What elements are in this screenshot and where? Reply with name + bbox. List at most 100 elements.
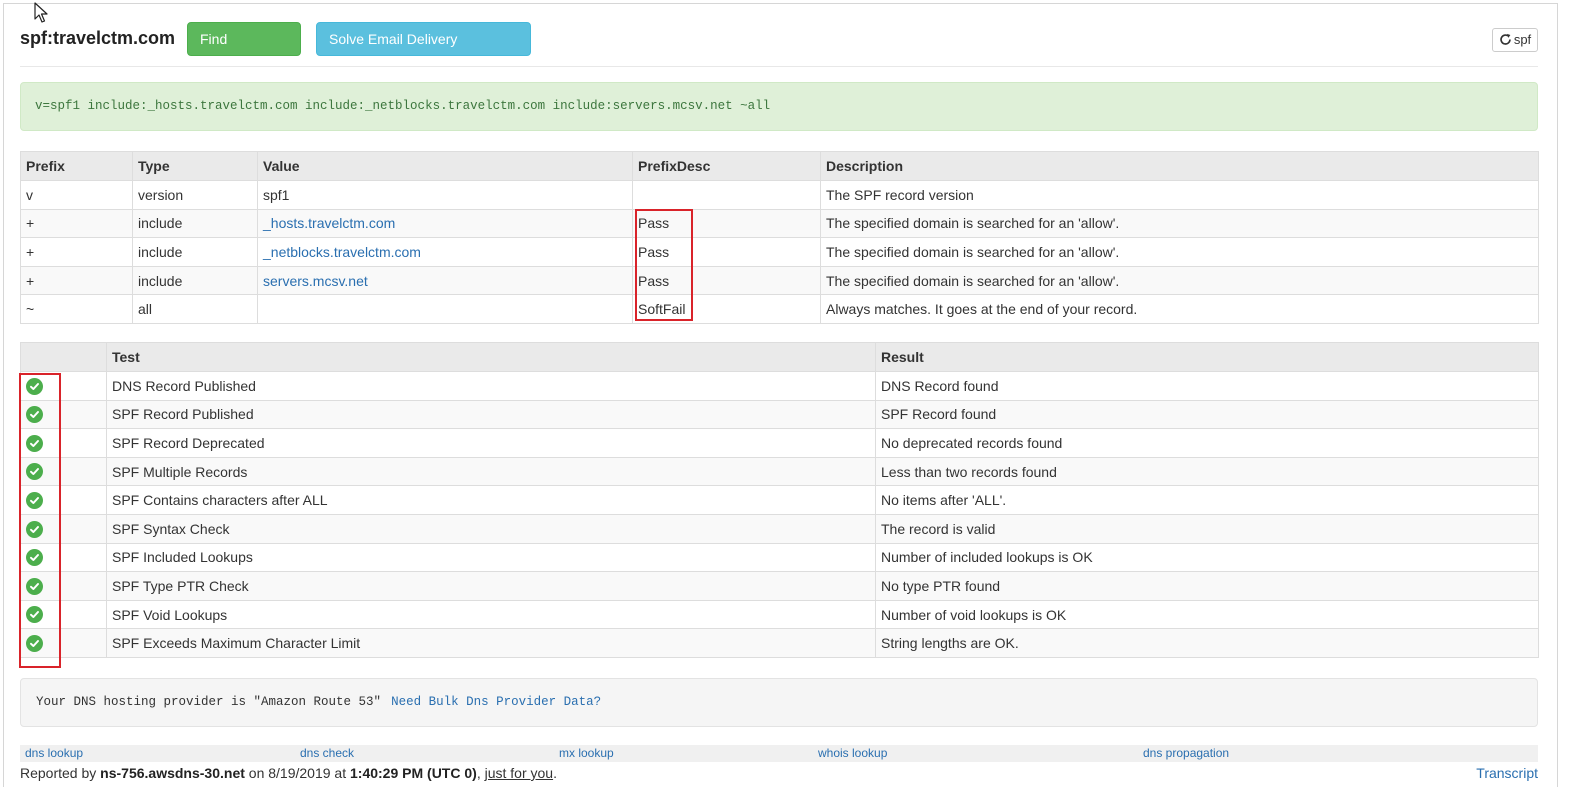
solve-email-delivery-button[interactable]: Solve Email Delivery Problems [316, 22, 531, 79]
dns-check-link[interactable]: dns check [300, 746, 354, 760]
prefix-cell: v [20, 180, 133, 210]
column-header: Result [875, 342, 1539, 372]
description-cell: The specified domain is searched for an … [820, 237, 1539, 267]
table-row: SPF Record Published SPF Record found [20, 399, 1539, 430]
test-name-cell: SPF Included Lookups [106, 542, 876, 573]
value-cell [257, 294, 633, 324]
report-info: Reported by ns-756.awsdns-30.net on 8/19… [20, 765, 557, 781]
test-result-cell: No items after 'ALL'. [875, 485, 1539, 515]
refresh-spf-button[interactable]: spf [1492, 28, 1538, 52]
test-name-cell: DNS Record Published [106, 371, 876, 401]
refresh-icon [1500, 33, 1511, 45]
page-title: spf:travelctm.com [20, 28, 176, 48]
mx-lookup-link[interactable]: mx lookup [559, 746, 614, 760]
value-cell: _hosts.travelctm.com [257, 208, 633, 239]
check-circle-icon [26, 406, 43, 424]
prefix-cell: + [20, 237, 133, 267]
header-divider [20, 66, 1538, 67]
table-row: SPF Void Lookups Number of void lookups i… [20, 599, 1539, 630]
provider-text: Your DNS hosting provider is "Amazon Rou… [36, 695, 382, 709]
check-circle-icon [26, 549, 43, 567]
table-row: SPF Exceeds Maximum Character Limit Strin… [20, 628, 1539, 658]
prefix-cell: ~ [20, 294, 133, 324]
table-row: SPF Record Deprecated No deprecated recor… [20, 428, 1539, 458]
description-cell: Always matches. It goes at the end of yo… [820, 294, 1539, 324]
just-for-you-link[interactable]: just for you [485, 765, 553, 781]
type-cell: include [132, 208, 258, 239]
check-circle-icon [26, 606, 43, 624]
status-cell [20, 399, 107, 430]
report-comma: , [476, 765, 485, 781]
column-header: Type [132, 151, 258, 181]
status-cell [20, 371, 107, 401]
footer-tool-links: dns lookup dns check mx lookup whois loo… [20, 745, 1538, 762]
column-header [20, 342, 107, 372]
mouse-pointer-icon [34, 2, 48, 23]
page-header: spf:travelctm.com Find Problems Solve Em… [20, 22, 1538, 79]
dns-lookup-link[interactable]: dns lookup [25, 746, 83, 760]
find-problems-button[interactable]: Find Problems [187, 22, 301, 79]
prefix-cell: + [20, 265, 133, 296]
value-cell: spf1 [257, 180, 633, 210]
type-cell: all [132, 294, 258, 324]
check-circle-icon [26, 492, 43, 510]
table-row: SPF Syntax Check The record is valid [20, 513, 1539, 544]
check-circle-icon [26, 377, 43, 395]
prefix-desc-cell [632, 180, 821, 210]
table-row: DNS Record Published DNS Record found [20, 371, 1539, 401]
transcript-link[interactable]: Transcript [1476, 765, 1538, 781]
test-name-cell: SPF Multiple Records [106, 456, 876, 487]
check-circle-icon [26, 520, 43, 538]
include-domain-link[interactable]: _netblocks.travelctm.com [263, 244, 421, 260]
description-cell: The specified domain is searched for an … [820, 208, 1539, 239]
dns-propagation-link[interactable]: dns propagation [1143, 746, 1229, 760]
column-header: Test [106, 342, 876, 372]
refresh-label: spf [1513, 32, 1532, 47]
column-header: Prefix [20, 151, 133, 181]
status-cell [20, 571, 107, 601]
reported-prefix: Reported by [20, 765, 101, 781]
type-cell: include [132, 237, 258, 267]
table-header-row: Test Result [20, 342, 1539, 372]
table-row: + include _netblocks.travelctm.com Pass … [20, 237, 1539, 267]
test-result-cell: SPF Record found [875, 399, 1539, 430]
report-time: 1:40:29 PM (UTC 0) [350, 765, 477, 781]
table-row: SPF Contains characters after ALL No item… [20, 485, 1539, 515]
test-name-cell: SPF Type PTR Check [106, 571, 876, 601]
test-result-cell: DNS Record found [875, 371, 1539, 401]
include-domain-link[interactable]: servers.mcsv.net [263, 273, 368, 289]
table-row: SPF Type PTR Check No type PTR found [20, 571, 1539, 601]
table-row: + include _hosts.travelctm.com Pass The … [20, 208, 1539, 239]
test-name-cell: SPF Record Published [106, 399, 876, 430]
prefix-cell: + [20, 208, 133, 239]
value-cell: servers.mcsv.net [257, 265, 633, 296]
test-name-cell: SPF Exceeds Maximum Character Limit [106, 628, 876, 658]
spf-test-table: Test Result DNS Record Published DNS Reco… [20, 342, 1539, 658]
spf-record-text: v=spf1 include:_hosts.travelctm.com incl… [20, 82, 1538, 131]
prefix-desc-cell: Pass [632, 265, 821, 296]
table-row: SPF Included Lookups Number of included l… [20, 542, 1539, 573]
check-circle-icon [26, 434, 43, 452]
table-row: v version spf1 The SPF record version [20, 180, 1539, 210]
status-cell [20, 628, 107, 658]
description-cell: The SPF record version [820, 180, 1539, 210]
type-cell: version [132, 180, 258, 210]
test-name-cell: SPF Contains characters after ALL [106, 485, 876, 515]
value-cell: _netblocks.travelctm.com [257, 237, 633, 267]
column-header: PrefixDesc [632, 151, 821, 181]
test-result-cell: Number of void lookups is OK [875, 599, 1539, 630]
reporting-server: ns-756.awsdns-30.net [100, 765, 245, 781]
report-date: on 8/19/2019 at [244, 765, 350, 781]
test-result-cell: String lengths are OK. [875, 628, 1539, 658]
test-result-cell: Less than two records found [875, 456, 1539, 487]
whois-lookup-link[interactable]: whois lookup [818, 746, 887, 760]
report-period: . [553, 765, 557, 781]
test-result-cell: No deprecated records found [875, 428, 1539, 458]
column-header: Value [257, 151, 633, 181]
check-circle-icon [26, 635, 43, 653]
table-row: SPF Multiple Records Less than two record… [20, 456, 1539, 487]
include-domain-link[interactable]: _hosts.travelctm.com [263, 215, 395, 231]
bulk-dns-provider-link[interactable]: Need Bulk Dns Provider Data? [391, 695, 601, 709]
type-cell: include [132, 265, 258, 296]
prefix-desc-cell: SoftFail [632, 294, 821, 324]
